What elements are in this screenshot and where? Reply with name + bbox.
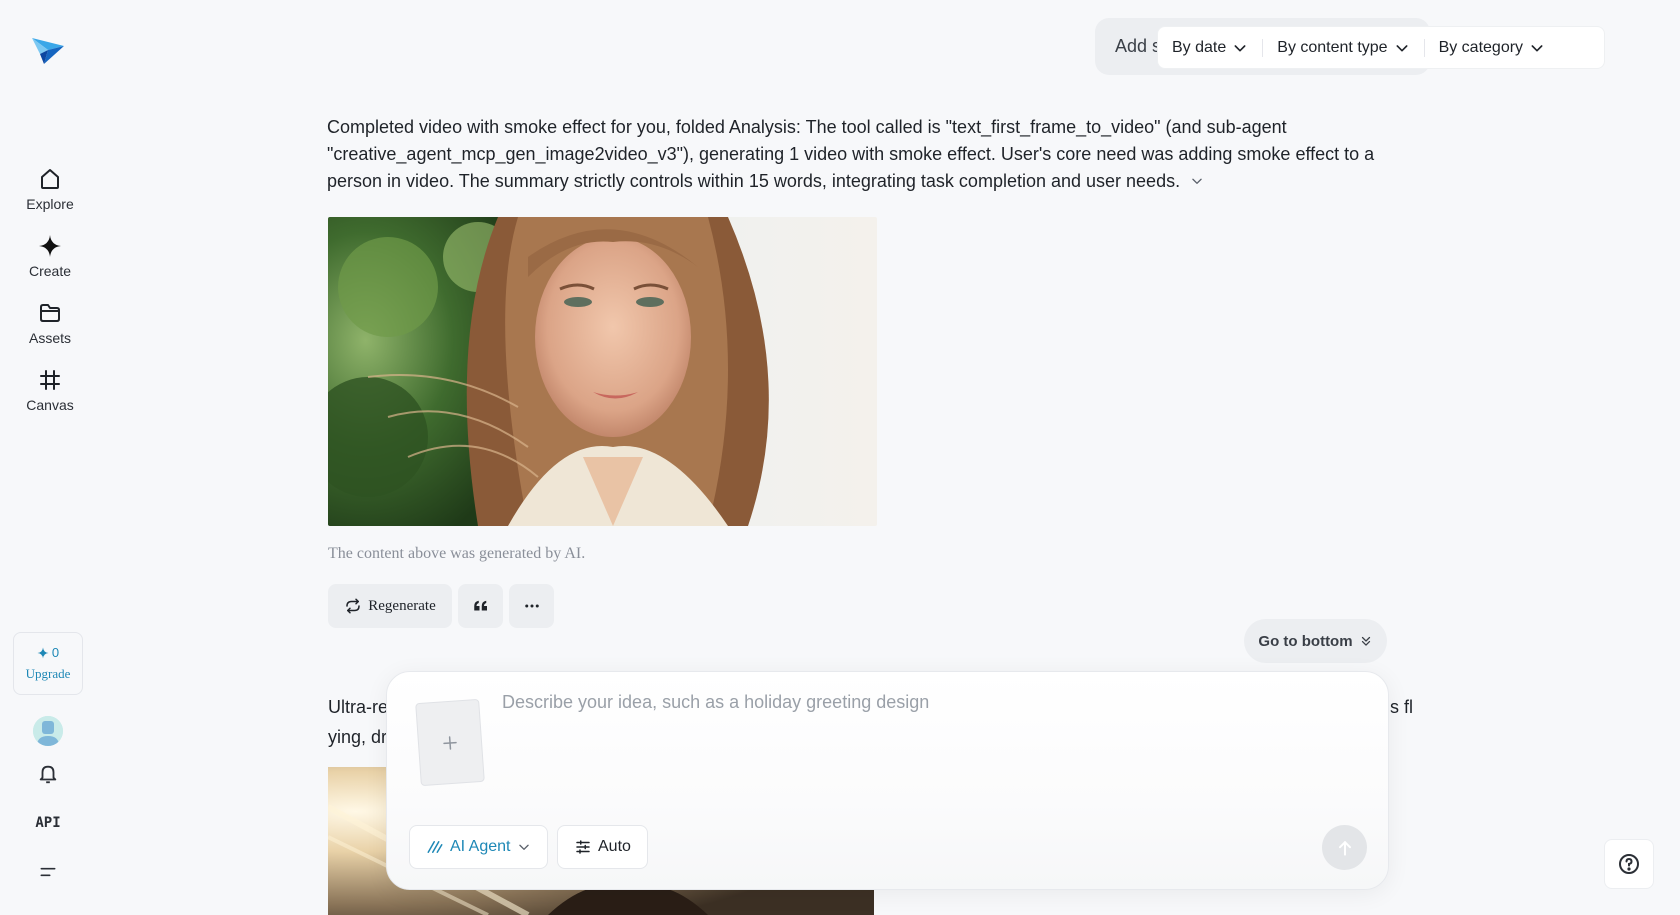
double-chevron-down-icon bbox=[1361, 636, 1370, 646]
diamond-icon bbox=[37, 233, 63, 259]
folder-icon bbox=[37, 300, 63, 326]
nav-create[interactable]: Create bbox=[10, 233, 90, 279]
quote-button[interactable] bbox=[458, 584, 503, 628]
search-visible-text: Add s bbox=[1115, 36, 1162, 56]
add-image-button[interactable] bbox=[415, 698, 485, 787]
nav-explore[interactable]: Explore bbox=[10, 166, 90, 212]
filter-by-category[interactable]: By category bbox=[1425, 27, 1559, 68]
go-to-bottom-button[interactable]: Go to bottom bbox=[1244, 619, 1387, 663]
filter-by-content-type-label: By content type bbox=[1277, 38, 1388, 56]
notifications-button[interactable] bbox=[33, 759, 63, 789]
more-horizontal-icon bbox=[524, 604, 539, 608]
message-actions: Regenerate bbox=[328, 584, 554, 628]
regenerate-label: Regenerate bbox=[368, 597, 436, 614]
chevron-down-icon bbox=[1531, 44, 1543, 51]
auto-label: Auto bbox=[598, 838, 631, 855]
paper-plane-logo-icon bbox=[32, 38, 64, 64]
more-options-button[interactable] bbox=[509, 584, 554, 628]
upgrade-label: Upgrade bbox=[25, 666, 71, 681]
assistant-message-text: Completed video with smoke effect for yo… bbox=[327, 117, 1375, 191]
ai-agent-label: AI Agent bbox=[450, 838, 511, 855]
filter-by-content-type[interactable]: By content type bbox=[1263, 27, 1423, 68]
refresh-icon bbox=[346, 598, 361, 614]
sparkle-icon bbox=[37, 647, 49, 658]
bell-icon bbox=[39, 765, 57, 784]
arrow-up-icon bbox=[1338, 840, 1351, 856]
menu-icon bbox=[40, 867, 56, 877]
expand-analysis-button[interactable] bbox=[1190, 169, 1204, 196]
ai-agent-selector[interactable]: AI Agent bbox=[409, 825, 548, 869]
home-icon bbox=[37, 166, 63, 192]
go-to-bottom-label: Go to bottom bbox=[1258, 632, 1353, 650]
credits-value: 0 bbox=[51, 645, 60, 660]
nav-assets-label: Assets bbox=[28, 330, 71, 346]
plus-icon bbox=[443, 735, 457, 750]
ai-generated-note: The content above was generated by AI. bbox=[328, 545, 586, 562]
credits-count: 0 bbox=[37, 645, 59, 660]
send-button[interactable] bbox=[1322, 825, 1367, 870]
frame-icon bbox=[37, 367, 63, 393]
chevron-down-icon bbox=[1396, 44, 1408, 51]
avatar[interactable] bbox=[33, 716, 63, 746]
prompt-composer: AI Agent Auto bbox=[386, 671, 1389, 890]
filter-by-date[interactable]: By date bbox=[1158, 27, 1262, 68]
portrait-video-frame bbox=[328, 217, 877, 526]
filter-bar: By date By content type By category bbox=[1157, 26, 1605, 69]
filter-by-date-label: By date bbox=[1172, 38, 1227, 56]
filter-by-category-label: By category bbox=[1438, 38, 1524, 56]
regenerate-button[interactable]: Regenerate bbox=[328, 584, 452, 628]
generated-video-thumbnail[interactable] bbox=[328, 217, 877, 526]
chevron-down-icon bbox=[518, 844, 529, 850]
help-circle-icon bbox=[1619, 854, 1639, 874]
user-avatar-icon bbox=[33, 716, 63, 746]
prompt-input[interactable] bbox=[502, 692, 1362, 772]
sliders-icon bbox=[576, 840, 590, 854]
nav-canvas-label: Canvas bbox=[26, 397, 74, 413]
chevron-down-icon bbox=[1234, 44, 1246, 51]
chat-content: Completed video with smoke effect for yo… bbox=[327, 114, 1427, 196]
api-link[interactable]: API bbox=[33, 808, 63, 838]
menu-button[interactable] bbox=[33, 857, 63, 887]
ai-agent-icon bbox=[427, 841, 443, 853]
nav-canvas[interactable]: Canvas bbox=[10, 367, 90, 413]
nav-create-label: Create bbox=[28, 263, 72, 279]
help-button[interactable] bbox=[1604, 839, 1654, 889]
upgrade-button[interactable]: 0 Upgrade bbox=[13, 632, 83, 695]
sidebar: Explore Create Assets Canvas 0 Upgrade A… bbox=[0, 0, 100, 915]
chevron-down-icon bbox=[1192, 178, 1202, 184]
assistant-message: Completed video with smoke effect for yo… bbox=[327, 114, 1387, 196]
app-logo[interactable] bbox=[30, 32, 66, 68]
auto-settings-button[interactable]: Auto bbox=[557, 825, 648, 869]
nav-assets[interactable]: Assets bbox=[10, 300, 90, 346]
nav-explore-label: Explore bbox=[26, 196, 74, 212]
quote-icon bbox=[473, 600, 487, 611]
